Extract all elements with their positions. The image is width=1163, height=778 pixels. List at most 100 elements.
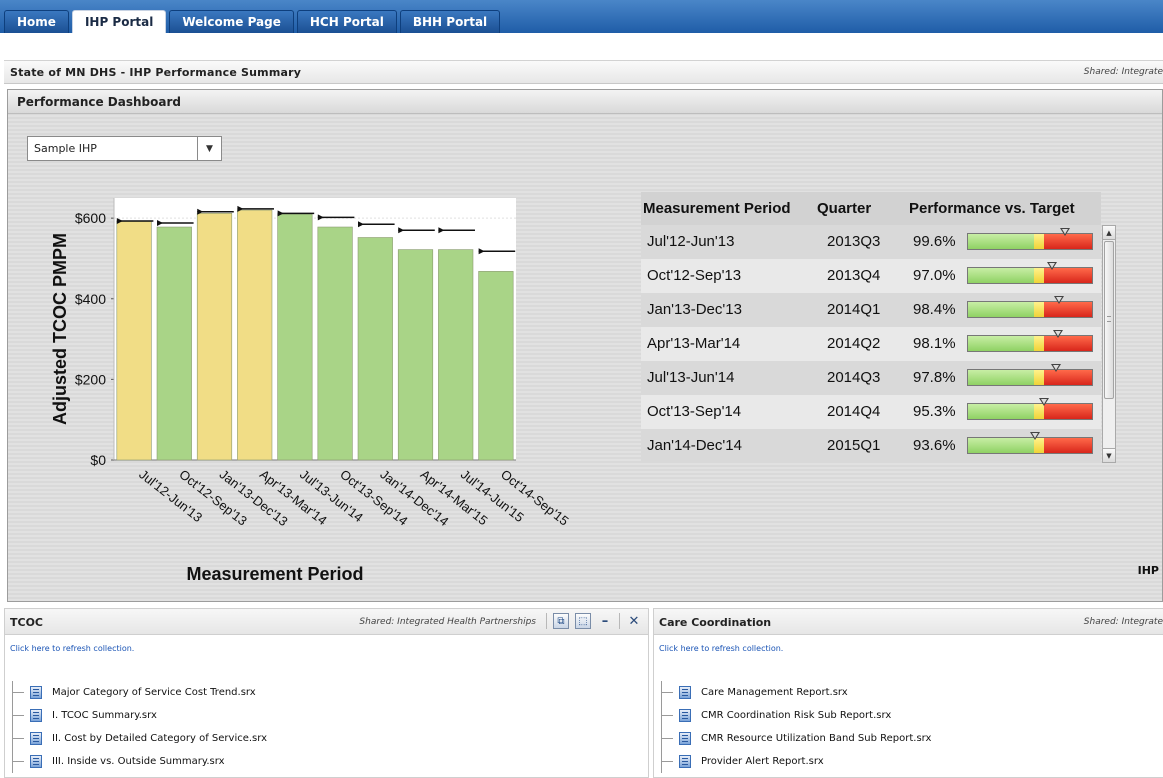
column-header-quarter[interactable]: Quarter [817,200,871,217]
tab-welcome-page[interactable]: Welcome Page [169,10,294,33]
tcoc-panel: TCOC Shared: Integrated Health Partnersh… [4,608,649,778]
tcoc-panel-title: TCOC [10,616,43,629]
bar [478,271,514,461]
list-item[interactable]: Major Category of Service Cost Trend.srx [12,681,267,704]
list-item-label: III. Inside vs. Outside Summary.srx [52,756,225,767]
list-item[interactable]: I. TCOC Summary.srx [12,704,267,727]
tcoc-bar-chart: $0$200$400$600Jul'12-Jun'13Oct'12-Sep'13… [50,198,572,584]
chevron-down-icon[interactable]: ▼ [197,137,221,160]
care-shared-label: Shared: Integrate [1083,617,1163,627]
list-item-label: Care Management Report.srx [701,687,848,698]
x-tick-label: Oct'14-Sep'15 [498,467,572,529]
table-row[interactable]: Jan'13-Dec'13 2014Q1 98.4% [641,293,1101,327]
grip-icon [1107,316,1111,322]
y-tick-label: $0 [90,452,106,468]
cell-quarter: 2014Q2 [827,335,881,352]
column-header-measurement-period[interactable]: Measurement Period [643,200,791,217]
cell-period: Jan'14-Dec'14 [647,437,742,454]
report-file-icon [679,755,691,768]
tab-list: Home IHP Portal Welcome Page HCH Portal … [4,10,501,33]
report-file-icon [679,732,691,745]
cell-period: Oct'12-Sep'13 [647,267,742,284]
list-item[interactable]: Care Management Report.srx [661,681,931,704]
popout-icon[interactable]: ⧉ [553,613,569,629]
gauge-red-segment [1043,438,1092,453]
bar [156,226,192,461]
table-row[interactable]: Jan'14-Dec'14 2015Q1 93.6% [641,429,1101,463]
list-item[interactable]: Provider Alert Report.srx [661,750,931,773]
bar [438,249,474,461]
y-tick-label: $600 [75,210,106,226]
list-item-label: Major Category of Service Cost Trend.srx [52,687,256,698]
gauge-red-segment [1043,336,1092,351]
gauge-yellow-segment [1033,234,1044,249]
cell-quarter: 2015Q1 [827,437,881,454]
list-item[interactable]: CMR Resource Utilization Band Sub Report… [661,727,931,750]
cell-performance: 93.6% [913,437,956,454]
bar [116,221,152,461]
table-row[interactable]: Apr'13-Mar'14 2014Q2 98.1% [641,327,1101,361]
cell-quarter: 2014Q3 [827,369,881,386]
performance-gauge [967,398,1093,420]
performance-gauge [967,432,1093,454]
cell-performance: 97.0% [913,267,956,284]
ihp-selector-dropdown[interactable]: Sample IHP ▼ [27,136,222,161]
cell-performance: 98.4% [913,301,956,318]
care-report-list: Care Management Report.srx CMR Coordinati… [661,681,931,773]
close-icon[interactable]: ✕ [626,613,642,629]
panel-controls: ⧉ ⬚ – ✕ [546,613,642,629]
target-marker-icon [1030,432,1041,440]
list-item[interactable]: CMR Coordination Risk Sub Report.srx [661,704,931,727]
maximize-icon[interactable]: ⬚ [575,613,591,629]
performance-table: Measurement Period Quarter Performance v… [641,192,1116,463]
tcoc-refresh-link[interactable]: Click here to refresh collection. [10,644,134,653]
table-row[interactable]: Oct'12-Sep'13 2013Q4 97.0% [641,259,1101,293]
gauge-green-segment [968,234,1034,249]
gauge-green-segment [968,404,1034,419]
page-title: State of MN DHS - IHP Performance Summar… [10,66,302,79]
care-panel-header: Care Coordination Shared: Integrate [654,609,1163,635]
performance-gauge [967,364,1093,386]
column-header-performance[interactable]: Performance vs. Target [909,200,1075,217]
list-item[interactable]: III. Inside vs. Outside Summary.srx [12,750,267,773]
table-row[interactable]: Oct'13-Sep'14 2014Q4 95.3% [641,395,1101,429]
separator [619,613,620,629]
cell-performance: 99.6% [913,233,956,250]
minimize-icon[interactable]: – [597,613,613,629]
gauge-red-segment [1043,404,1092,419]
table-row[interactable]: Jul'12-Jun'13 2013Q3 99.6% [641,225,1101,259]
care-refresh-link[interactable]: Click here to refresh collection. [659,644,783,653]
scroll-down-icon[interactable]: ▼ [1103,448,1115,462]
performance-gauge [967,296,1093,318]
portal-tab-bar: Home IHP Portal Welcome Page HCH Portal … [0,0,1163,33]
gauge-yellow-segment [1033,302,1044,317]
cell-period: Jul'13-Jun'14 [647,369,735,386]
gauge-green-segment [968,336,1034,351]
list-item-label: CMR Coordination Risk Sub Report.srx [701,710,892,721]
scroll-thumb[interactable] [1104,241,1114,399]
table-body: Jul'12-Jun'13 2013Q3 99.6% Oct'12-Sep'13 201… [641,225,1101,463]
cell-period: Apr'13-Mar'14 [647,335,741,352]
tab-home[interactable]: Home [4,10,69,33]
gauge-red-segment [1043,370,1092,385]
cell-performance: 95.3% [913,403,956,420]
tab-hch-portal[interactable]: HCH Portal [296,10,397,33]
performance-gauge [967,330,1093,352]
cell-period: Oct'13-Sep'14 [647,403,742,420]
table-row[interactable]: Jul'13-Jun'14 2014Q3 97.8% [641,361,1101,395]
tab-bhh-portal[interactable]: BHH Portal [399,10,501,33]
tab-ihp-portal[interactable]: IHP Portal [71,10,167,33]
tcoc-panel-header: TCOC Shared: Integrated Health Partnersh… [5,609,648,635]
scroll-up-icon[interactable]: ▲ [1103,226,1115,240]
cell-quarter: 2013Q4 [827,267,881,284]
performance-dashboard-panel: Performance Dashboard Sample IHP ▼ $0 $20… [7,89,1163,602]
list-item[interactable]: II. Cost by Detailed Category of Service… [12,727,267,750]
panel-title: Performance Dashboard [17,95,181,109]
table-scrollbar[interactable]: ▲ ▼ [1102,225,1116,463]
bar [357,237,393,461]
report-file-icon [30,709,42,722]
tcoc-shared-label: Shared: Integrated Health Partnerships [359,617,536,627]
cell-quarter: 2014Q1 [827,301,881,318]
gauge-yellow-segment [1033,438,1044,453]
gauge-green-segment [968,438,1034,453]
